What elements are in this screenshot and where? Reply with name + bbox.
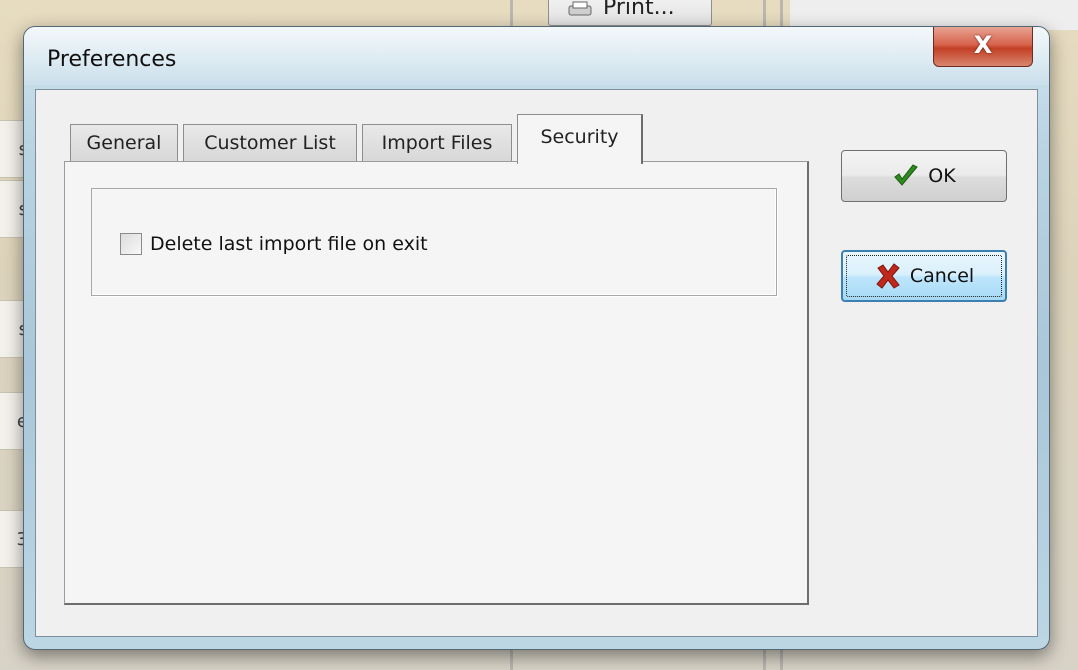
tab-import-files-label: Import Files xyxy=(381,132,493,154)
tab-customer-list[interactable]: Customer List xyxy=(183,124,357,162)
close-icon: X xyxy=(973,31,993,59)
dialog-title: Preferences xyxy=(47,47,177,72)
ok-button[interactable]: OK xyxy=(841,150,1007,202)
checkmark-icon xyxy=(894,164,919,186)
tab-import-files[interactable]: Import Files xyxy=(362,124,512,162)
cancel-button-label: Cancel xyxy=(909,265,975,287)
preferences-dialog: Preferences X General Customer List Impo… xyxy=(23,26,1050,650)
close-button[interactable]: X xyxy=(933,27,1033,67)
security-tab-panel: Delete last import file on exit xyxy=(64,161,809,605)
security-group-box: Delete last import file on exit xyxy=(91,188,777,296)
tab-general[interactable]: General xyxy=(70,124,178,162)
x-mark-icon xyxy=(876,263,900,289)
cancel-button[interactable]: Cancel xyxy=(841,250,1007,302)
tab-general-label: General xyxy=(86,132,162,154)
tab-security[interactable]: Security xyxy=(517,114,643,164)
background-print-button[interactable]: Print... xyxy=(548,0,712,26)
tab-security-label: Security xyxy=(540,126,619,148)
delete-last-import-checkbox[interactable] xyxy=(120,233,142,255)
delete-last-import-label[interactable]: Delete last import file on exit xyxy=(150,233,428,255)
ok-button-label: OK xyxy=(928,165,956,187)
print-button-label: Print... xyxy=(603,0,675,20)
dialog-client-area: General Customer List Import Files Secur… xyxy=(35,89,1038,637)
tab-customer-list-label: Customer List xyxy=(204,132,336,154)
delete-last-import-option[interactable]: Delete last import file on exit xyxy=(120,233,428,255)
printer-icon xyxy=(568,1,592,16)
